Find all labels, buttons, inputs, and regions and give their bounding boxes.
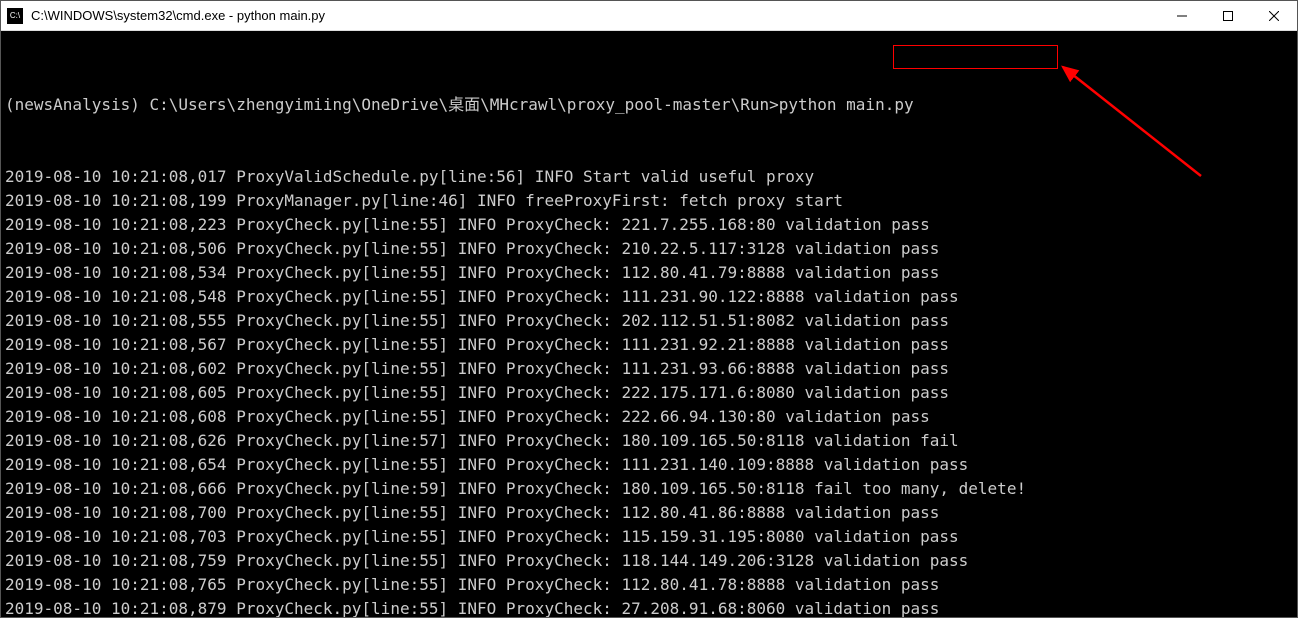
log-line: 2019-08-10 10:21:08,700 ProxyCheck.py[li…	[5, 501, 1293, 525]
close-button[interactable]	[1251, 1, 1297, 30]
log-line: 2019-08-10 10:21:08,223 ProxyCheck.py[li…	[5, 213, 1293, 237]
window-title: C:\WINDOWS\system32\cmd.exe - python mai…	[31, 8, 1159, 23]
terminal-area[interactable]: (newsAnalysis) C:\Users\zhengyimiing\One…	[1, 31, 1297, 617]
log-line: 2019-08-10 10:21:08,759 ProxyCheck.py[li…	[5, 549, 1293, 573]
log-line: 2019-08-10 10:21:08,605 ProxyCheck.py[li…	[5, 381, 1293, 405]
command-text: python main.py	[779, 95, 914, 114]
log-line: 2019-08-10 10:21:08,017 ProxyValidSchedu…	[5, 165, 1293, 189]
minimize-button[interactable]	[1159, 1, 1205, 30]
close-icon	[1269, 11, 1279, 21]
minimize-icon	[1177, 11, 1187, 21]
log-line: 2019-08-10 10:21:08,534 ProxyCheck.py[li…	[5, 261, 1293, 285]
highlight-annotation	[893, 45, 1058, 69]
log-line: 2019-08-10 10:21:08,765 ProxyCheck.py[li…	[5, 573, 1293, 597]
log-line: 2019-08-10 10:21:08,506 ProxyCheck.py[li…	[5, 237, 1293, 261]
log-line: 2019-08-10 10:21:08,703 ProxyCheck.py[li…	[5, 525, 1293, 549]
log-line: 2019-08-10 10:21:08,555 ProxyCheck.py[li…	[5, 309, 1293, 333]
prompt-line: (newsAnalysis) C:\Users\zhengyimiing\One…	[5, 93, 1293, 117]
log-output: 2019-08-10 10:21:08,017 ProxyValidSchedu…	[5, 165, 1293, 617]
log-line: 2019-08-10 10:21:08,602 ProxyCheck.py[li…	[5, 357, 1293, 381]
maximize-icon	[1223, 11, 1233, 21]
log-line: 2019-08-10 10:21:08,666 ProxyCheck.py[li…	[5, 477, 1293, 501]
log-line: 2019-08-10 10:21:08,626 ProxyCheck.py[li…	[5, 429, 1293, 453]
maximize-button[interactable]	[1205, 1, 1251, 30]
log-line: 2019-08-10 10:21:08,654 ProxyCheck.py[li…	[5, 453, 1293, 477]
titlebar[interactable]: C:\ C:\WINDOWS\system32\cmd.exe - python…	[1, 1, 1297, 31]
log-line: 2019-08-10 10:21:08,608 ProxyCheck.py[li…	[5, 405, 1293, 429]
log-line: 2019-08-10 10:21:08,548 ProxyCheck.py[li…	[5, 285, 1293, 309]
titlebar-buttons	[1159, 1, 1297, 30]
cmd-window: C:\ C:\WINDOWS\system32\cmd.exe - python…	[0, 0, 1298, 618]
log-line: 2019-08-10 10:21:08,567 ProxyCheck.py[li…	[5, 333, 1293, 357]
log-line: 2019-08-10 10:21:08,199 ProxyManager.py[…	[5, 189, 1293, 213]
cmd-icon: C:\	[7, 8, 23, 24]
log-line: 2019-08-10 10:21:08,879 ProxyCheck.py[li…	[5, 597, 1293, 617]
prompt-prefix: (newsAnalysis) C:\Users\zhengyimiing\One…	[5, 95, 779, 114]
